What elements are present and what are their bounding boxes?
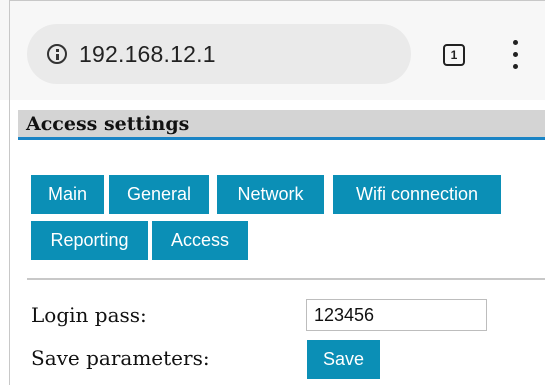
nav-reporting-button[interactable]: Reporting xyxy=(31,221,148,260)
menu-dot xyxy=(513,40,518,45)
menu-dot xyxy=(513,52,518,57)
window-border-left xyxy=(9,0,10,385)
tab-switcher-button[interactable]: 1 xyxy=(443,44,465,66)
more-vert-icon[interactable] xyxy=(510,40,520,70)
url-text[interactable]: 192.168.12.1 xyxy=(79,41,216,68)
page-header: Access settings xyxy=(18,110,545,140)
login-pass-label: Login pass: xyxy=(31,303,147,327)
nav-network-button[interactable]: Network xyxy=(217,175,324,214)
section-divider xyxy=(27,278,545,280)
page-title: Access settings xyxy=(26,113,190,135)
nav-main-button[interactable]: Main xyxy=(31,175,104,214)
nav-general-button[interactable]: General xyxy=(109,175,209,214)
address-bar[interactable]: 192.168.12.1 xyxy=(27,24,411,84)
save-parameters-label: Save parameters: xyxy=(31,346,210,370)
window-border-top xyxy=(9,0,545,1)
nav-wifi-connection-button[interactable]: Wifi connection xyxy=(333,175,501,214)
info-icon[interactable] xyxy=(47,44,67,64)
save-button[interactable]: Save xyxy=(307,340,380,379)
login-pass-input[interactable] xyxy=(306,299,487,331)
nav-access-button[interactable]: Access xyxy=(152,221,248,260)
menu-dot xyxy=(513,64,518,69)
